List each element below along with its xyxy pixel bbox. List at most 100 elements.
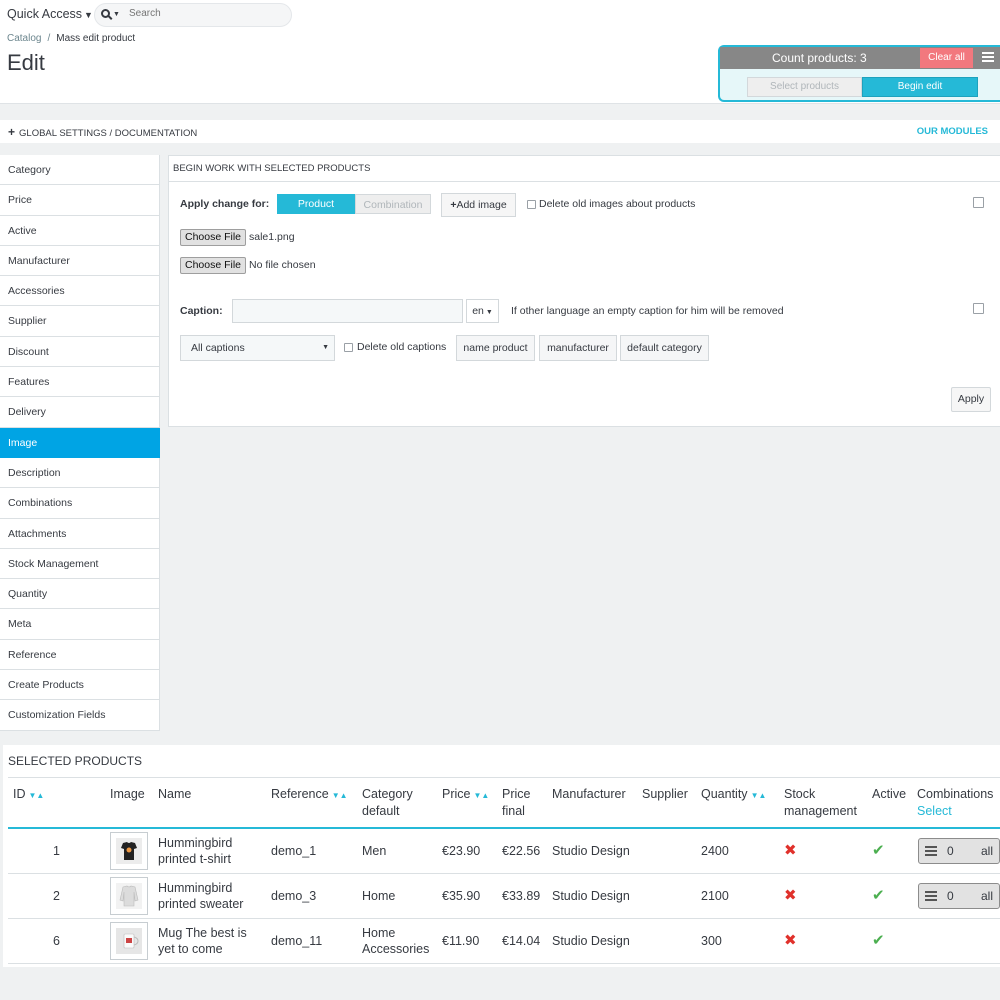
check-icon[interactable]: ✔ [872,933,885,948]
cross-icon[interactable]: ✖ [784,888,797,903]
cell-manufacturer: Studio Design [552,844,630,858]
sidebar-item-manufacturer[interactable]: Manufacturer [0,245,160,277]
combinations-select-link[interactable]: Select [917,804,952,818]
cell-price-final: €14.04 [502,934,541,948]
count-products-text: Count products: 3 [772,51,867,65]
search-input[interactable] [127,7,277,20]
delete-old-images-checkbox[interactable] [527,200,536,209]
col-quantity[interactable]: Quantity ▼▲ [701,786,766,804]
list-menu-icon[interactable] [982,52,994,62]
add-image-button[interactable]: +Add image [441,193,516,217]
insert-manufacturer-button[interactable]: manufacturer [539,335,617,361]
caption-row-checkbox[interactable] [973,303,984,314]
cell-id: 1 [53,844,60,858]
cell-name: Hummingbird printed sweater [158,881,244,911]
sidebar-item-customization-fields[interactable]: Customization Fields [0,700,160,731]
caption-label: Caption: [180,305,223,317]
image-edit-panel: BEGIN WORK WITH SELECTED PRODUCTS Apply … [168,155,1000,427]
caret-down-icon: ▼ [84,10,93,20]
breadcrumb: Catalog / Mass edit product [7,33,136,44]
caption-input[interactable] [232,299,463,323]
search-icon[interactable]: ▼ [101,8,125,22]
combinations-count: 0 [947,844,954,858]
breadcrumb-current: Mass edit product [56,33,136,44]
combinations-all: all [980,889,993,903]
insert-default-category-button[interactable]: default category [620,335,709,361]
language-note: If other language an empty caption for h… [511,305,784,317]
cell-price-final: €33.89 [502,889,541,903]
col-quantity-label: Quantity [701,787,748,801]
sidebar-item-active[interactable]: Active [0,215,160,246]
col-id[interactable]: ID ▼▲ [13,786,44,804]
col-price[interactable]: Price ▼▲ [442,786,489,804]
sidebar-item-create-products[interactable]: Create Products [0,670,160,701]
global-settings-label: GLOBAL SETTINGS / DOCUMENTATION [19,128,198,139]
quick-access-dropdown[interactable]: Quick Access ▼ [7,7,93,21]
col-price-label: Price [442,787,471,801]
sidebar-item-reference[interactable]: Reference [0,639,160,671]
sidebar-item-attachments[interactable]: Attachments [0,518,160,549]
col-image: Image [110,787,145,801]
sidebar-item-accessories[interactable]: Accessories [0,276,160,307]
delete-old-captions-label: Delete old captions [357,341,447,353]
product-row-checkbox[interactable] [973,197,984,208]
select-products-button[interactable]: Select products [747,77,862,97]
captions-select-value: All captions [191,342,245,354]
sidebar-item-description[interactable]: Description [0,457,160,489]
sidebar-item-category[interactable]: Category [0,155,160,186]
captions-select[interactable]: All captions ▼ [180,335,335,361]
list-icon [925,846,937,856]
sidebar-item-combinations[interactable]: Combinations [0,488,160,519]
sidebar-item-meta[interactable]: Meta [0,609,160,640]
our-modules-link[interactable]: OUR MODULES [917,126,988,137]
sidebar-item-discount[interactable]: Discount [0,336,160,368]
clear-all-button[interactable]: Clear all [920,48,973,68]
sidebar-item-stock-management[interactable]: Stock Management [0,548,160,580]
col-active: Active [872,787,907,801]
check-icon[interactable]: ✔ [872,843,885,858]
check-icon[interactable]: ✔ [872,888,885,903]
language-dropdown[interactable]: en ▼ [466,299,499,323]
combinations-selector[interactable]: 0 all [918,883,1000,909]
sidebar-item-delivery[interactable]: Delivery [0,397,160,428]
caret-down-icon: ▼ [322,344,329,351]
insert-name-product-button[interactable]: name product [456,335,535,361]
col-combinations: Combinations Select [917,786,993,820]
sort-icon[interactable]: ▼▲ [473,791,489,800]
table-row: 6 Mug The best is yet to come demo_11 Ho… [8,919,1000,964]
sidebar-item-quantity[interactable]: Quantity [0,579,160,610]
toggle-product[interactable]: Product [277,194,355,214]
sort-icon[interactable]: ▼▲ [751,791,767,800]
apply-button[interactable]: Apply [951,387,991,412]
sidebar-item-price[interactable]: Price [0,185,160,216]
sort-icon[interactable]: ▼▲ [332,791,348,800]
global-settings-toggle[interactable]: + GLOBAL SETTINGS / DOCUMENTATION [8,125,197,139]
delete-old-captions-checkbox[interactable] [344,343,353,352]
sort-icon[interactable]: ▼▲ [29,791,45,800]
cell-reference: demo_3 [271,889,317,903]
sidebar-item-supplier[interactable]: Supplier [0,306,160,337]
toggle-combination[interactable]: Combination [355,194,431,214]
cell-manufacturer: Studio Design [552,889,630,903]
cell-quantity: 2400 [701,844,729,858]
count-products-panel: Count products: 3 Clear all Select produ… [718,45,1000,102]
combinations-selector[interactable]: 0 all [918,838,1000,864]
panel-heading: BEGIN WORK WITH SELECTED PRODUCTS [169,156,1000,182]
col-supplier: Supplier [642,787,688,801]
cell-category: Men [362,844,387,858]
breadcrumb-catalog[interactable]: Catalog [7,33,41,44]
col-reference[interactable]: Reference ▼▲ [271,786,348,804]
sidebar-nav: Category Price Active Manufacturer Acces… [0,155,160,731]
cell-price: €11.90 [442,934,480,948]
cell-category: Home [362,889,396,903]
choose-file-button-1[interactable]: Choose File [180,229,246,246]
cross-icon[interactable]: ✖ [784,933,797,948]
sidebar-item-features[interactable]: Features [0,367,160,398]
cell-id: 6 [53,934,60,948]
choose-file-button-2[interactable]: Choose File [180,257,246,274]
cell-name: Mug The best is yet to come [158,926,247,956]
combinations-all: all [980,844,993,858]
sidebar-item-image[interactable]: Image [0,427,160,458]
cross-icon[interactable]: ✖ [784,843,797,858]
begin-edit-button[interactable]: Begin edit [862,77,978,97]
